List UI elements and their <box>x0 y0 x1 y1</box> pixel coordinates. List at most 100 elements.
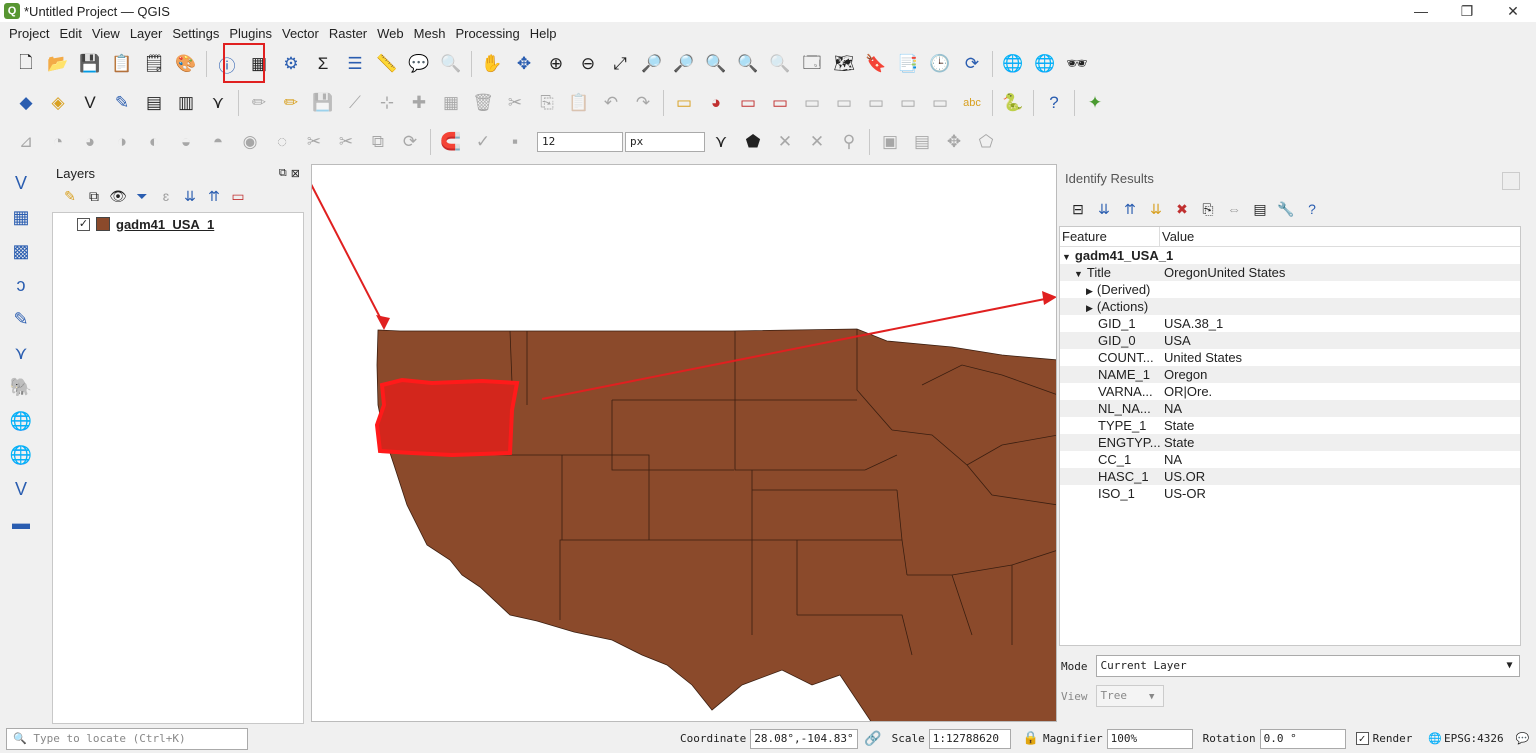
redo-icon[interactable]: ↷ <box>630 90 656 116</box>
view-select[interactable]: Tree ▼ <box>1095 685 1164 707</box>
mode-select[interactable]: Current Layer ▼ <box>1095 655 1520 677</box>
edit-table-icon[interactable]: ▦ <box>438 90 464 116</box>
save-edits-icon[interactable]: 💾 <box>310 90 336 116</box>
snap-to-icon[interactable]: ✓ <box>470 129 496 155</box>
new-geopackage-icon[interactable]: ◈ <box>45 90 71 116</box>
toggle-editing-icon[interactable]: ✏ <box>278 90 304 116</box>
result-row[interactable]: NL_NA... NA <box>1060 400 1520 417</box>
show-bookmarks-icon[interactable]: 📑 <box>895 51 921 77</box>
menu-layer[interactable]: Layer <box>125 26 168 41</box>
render-checkbox[interactable]: ✓ <box>1355 732 1369 745</box>
measure-icon[interactable]: 📏 <box>374 51 400 77</box>
zoom-full-icon[interactable]: ⤢ <box>607 51 633 77</box>
result-row[interactable]: TYPE_1 State <box>1060 417 1520 434</box>
plugin-glasses-icon[interactable]: 🕶 <box>1064 51 1090 77</box>
toggle-extents-icon[interactable]: 🔗 <box>864 731 881 747</box>
copy-features-icon[interactable]: ⎘ <box>534 90 560 116</box>
fill-ring-icon[interactable]: ◑ <box>109 129 135 155</box>
expand-all-results-icon[interactable]: ⇊ <box>1143 201 1169 218</box>
crs-globe-icon[interactable]: 🌐 <box>1428 732 1442 745</box>
layer-visibility-checkbox[interactable]: ✓ <box>77 217 90 231</box>
shape-icon[interactable]: ⚲ <box>836 129 862 155</box>
menu-processing[interactable]: Processing <box>450 26 524 41</box>
new-print-layout-icon[interactable]: 📋 <box>109 51 135 77</box>
manage-visibility-icon[interactable]: 👁 <box>106 188 130 205</box>
expand-tree-icon[interactable]: ⊟ <box>1065 201 1091 218</box>
virtual-layer-icon[interactable]: ▤ <box>141 90 167 116</box>
delete-ring-icon[interactable]: ◐ <box>141 129 167 155</box>
layer-styling-icon[interactable]: ✎ <box>58 188 82 205</box>
result-row[interactable]: GID_1 USA.38_1 <box>1060 315 1520 332</box>
print-response-icon[interactable]: ⇔ <box>1221 201 1247 217</box>
show-hide-labels-icon[interactable]: ▭ <box>767 90 793 116</box>
add-ring-icon[interactable]: ◔ <box>45 129 71 155</box>
paste-features-icon[interactable]: 📋 <box>566 90 592 116</box>
modify-attributes-icon[interactable]: ✚ <box>406 90 432 116</box>
new-shapefile-icon[interactable]: V <box>77 90 103 116</box>
add-raster-layer-icon[interactable]: ▦ <box>6 202 36 232</box>
menu-vector[interactable]: Vector <box>277 26 324 41</box>
add-virtual-layer-icon[interactable]: ▬ <box>6 508 36 538</box>
result-row[interactable]: ENGTYP... State <box>1060 434 1520 451</box>
select-icon[interactable]: ▣ <box>877 129 903 155</box>
snapping-tolerance-input[interactable]: 12 <box>537 132 623 152</box>
label-toolbar-icon[interactable]: ▭ <box>671 90 697 116</box>
menu-mesh[interactable]: Mesh <box>409 26 451 41</box>
add-vector-layer-icon[interactable]: V <box>6 168 36 198</box>
menu-web[interactable]: Web <box>372 26 409 41</box>
add-wcs-icon[interactable]: V <box>6 474 36 504</box>
select-features-icon[interactable]: 🔍 <box>438 51 464 77</box>
menu-view[interactable]: View <box>87 26 125 41</box>
snapping-magnet-icon[interactable]: 🧲 <box>438 129 464 155</box>
messages-icon[interactable]: 💬 <box>1516 732 1530 745</box>
close-button[interactable]: ✕ <box>1490 0 1536 22</box>
rotation-field[interactable]: 0.0 ° <box>1259 728 1346 749</box>
help-icon[interactable]: ? <box>1041 90 1067 116</box>
pan-to-selection-icon[interactable]: ✥ <box>511 51 537 77</box>
vertex-tool-icon[interactable]: ⋎ <box>205 90 231 116</box>
topology-icon[interactable]: ⬟ <box>740 129 766 155</box>
reshape-icon[interactable]: ◓ <box>205 129 231 155</box>
trace-icon[interactable]: ⋎ <box>708 129 734 155</box>
add-group-icon[interactable]: ⧉ <box>82 188 106 205</box>
offset-curve-icon[interactable]: ◉ <box>237 129 263 155</box>
layout-manager-icon[interactable]: 🗒 <box>141 51 167 77</box>
expand-arrow-icon[interactable]: ▼ <box>1062 252 1071 262</box>
zoom-next-icon[interactable]: 🔍 <box>767 51 793 77</box>
split-parts-icon[interactable]: ✂ <box>333 129 359 155</box>
change-label-icon[interactable]: ▭ <box>863 90 889 116</box>
identify-options-icon[interactable]: ▤ <box>1247 201 1273 218</box>
self-snap-icon[interactable]: ✕ <box>804 129 830 155</box>
scale-field[interactable]: 1:12788620 <box>928 728 1011 749</box>
statistics-icon[interactable]: Σ <box>310 51 336 77</box>
result-row[interactable]: ▼ Title OregonUnited States <box>1060 264 1520 281</box>
collapse-arrow-icon[interactable]: ▶ <box>1086 303 1093 313</box>
result-row[interactable]: GID_0 USA <box>1060 332 1520 349</box>
zoom-last-icon[interactable]: 🔍 <box>735 51 761 77</box>
deselect-icon[interactable]: ▤ <box>909 129 935 155</box>
locator-search-input[interactable]: 🔍 Type to locate (Ctrl+K) <box>6 727 248 750</box>
new-project-icon[interactable]: 🗋 <box>13 51 39 77</box>
zoom-layer-icon[interactable]: 🔎 <box>671 51 697 77</box>
add-spatialite-icon[interactable]: ⋎ <box>6 338 36 368</box>
collapse-all-icon[interactable]: ⇈ <box>202 188 226 205</box>
pan-map-icon[interactable]: ✋ <box>479 51 505 77</box>
temporal-controller-icon[interactable]: 🕒 <box>927 51 953 77</box>
open-table-icon[interactable]: ☰ <box>342 51 368 77</box>
vertex-edit-icon[interactable]: ⊹ <box>374 90 400 116</box>
easy-labels-icon[interactable]: abc <box>959 90 985 116</box>
menu-raster[interactable]: Raster <box>324 26 372 41</box>
menu-settings[interactable]: Settings <box>167 26 224 41</box>
close-panel-button[interactable] <box>1502 172 1520 190</box>
add-postgis-icon[interactable]: 🐘 <box>6 372 36 402</box>
close-panel-icon[interactable]: ⊠ <box>291 167 300 180</box>
map-canvas[interactable] <box>311 164 1057 722</box>
new-map-view-icon[interactable]: 🗔 <box>799 51 825 77</box>
bookmark-icon[interactable]: 🔖 <box>863 51 889 77</box>
mesh-layer-icon[interactable]: ▥ <box>173 90 199 116</box>
add-gpx-layer-icon[interactable]: ✎ <box>6 304 36 334</box>
zoom-selection-icon[interactable]: 🔎 <box>639 51 665 77</box>
result-row[interactable]: NAME_1 Oregon <box>1060 366 1520 383</box>
move-icon[interactable]: ✥ <box>941 129 967 155</box>
crs-label[interactable]: EPSG:4326 <box>1444 732 1504 745</box>
